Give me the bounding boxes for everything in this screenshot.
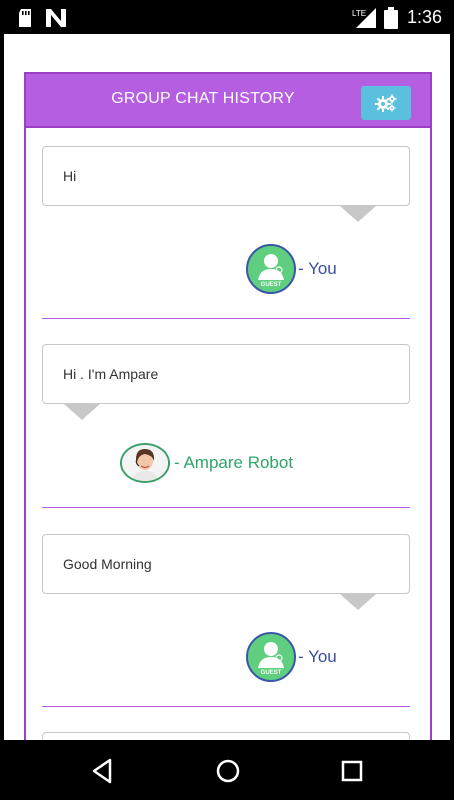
back-icon[interactable] bbox=[88, 756, 118, 786]
chat-history-panel: GROUP CHAT HISTORY Hi GUEST - You Hi . I… bbox=[24, 72, 432, 740]
guest-avatar: GUEST bbox=[246, 632, 296, 682]
sender-label: - You bbox=[298, 259, 337, 278]
n-logo-icon bbox=[46, 9, 66, 27]
robot-operator-icon bbox=[122, 445, 168, 481]
bubble-tail bbox=[340, 594, 376, 610]
sender-label: - You bbox=[298, 647, 337, 666]
clock: 1:36 bbox=[406, 7, 442, 27]
recents-icon[interactable] bbox=[337, 756, 367, 786]
guest-user-icon: GUEST bbox=[258, 642, 284, 676]
guest-avatar-text: GUEST bbox=[261, 670, 282, 676]
message-text: Hi bbox=[63, 168, 77, 184]
status-bar: LTE 1:36 bbox=[0, 0, 454, 34]
message-bubble: Hi bbox=[42, 146, 410, 206]
panel-header: GROUP CHAT HISTORY bbox=[26, 74, 430, 128]
home-icon[interactable] bbox=[213, 756, 243, 786]
bubble-tail bbox=[64, 404, 100, 420]
message-text: Good Morning bbox=[63, 556, 152, 572]
sd-card-icon bbox=[19, 9, 31, 27]
message-divider bbox=[42, 706, 410, 707]
lte-signal-icon: LTE bbox=[352, 8, 376, 28]
robot-avatar bbox=[120, 443, 170, 483]
guest-user-icon: GUEST bbox=[258, 254, 284, 288]
battery-icon bbox=[384, 7, 398, 29]
page-title: GROUP CHAT HISTORY bbox=[111, 90, 295, 107]
settings-button[interactable] bbox=[361, 86, 411, 120]
message-bubble bbox=[42, 732, 410, 740]
gears-icon bbox=[375, 94, 397, 112]
sender-label: - Ampare Robot bbox=[174, 453, 294, 472]
guest-avatar: GUEST bbox=[246, 244, 296, 294]
guest-avatar-text: GUEST bbox=[261, 282, 282, 288]
message-divider bbox=[42, 507, 410, 508]
navigation-bar bbox=[0, 740, 454, 800]
app-screen: GROUP CHAT HISTORY Hi GUEST - You Hi . I… bbox=[4, 34, 450, 740]
message-bubble: Hi . I'm Ampare bbox=[42, 344, 410, 404]
message-text: Hi . I'm Ampare bbox=[63, 366, 159, 382]
message-divider bbox=[42, 318, 410, 319]
bubble-tail bbox=[340, 206, 376, 222]
network-label: LTE bbox=[352, 9, 366, 18]
message-bubble: Good Morning bbox=[42, 534, 410, 594]
